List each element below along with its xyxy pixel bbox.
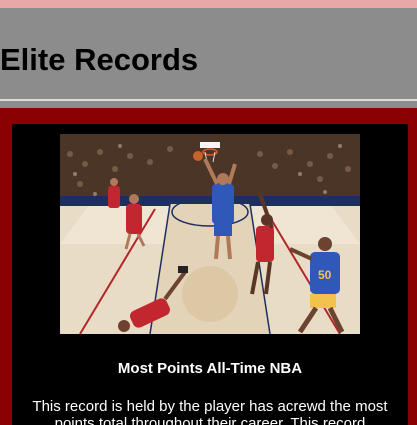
- record-title: Most Points All-Time NBA: [117, 360, 303, 377]
- record-description: This record is held by the player has ac…: [32, 398, 388, 425]
- top-accent-strip: [0, 0, 417, 8]
- record-photo: 50: [60, 134, 360, 334]
- record-card: 50 Most Points All-Time NBA This record …: [12, 124, 408, 425]
- page-header: Elite Records: [0, 8, 417, 99]
- header-divider-band: [0, 101, 417, 108]
- svg-text:50: 50: [318, 268, 332, 282]
- page-title: Elite Records: [0, 42, 199, 77]
